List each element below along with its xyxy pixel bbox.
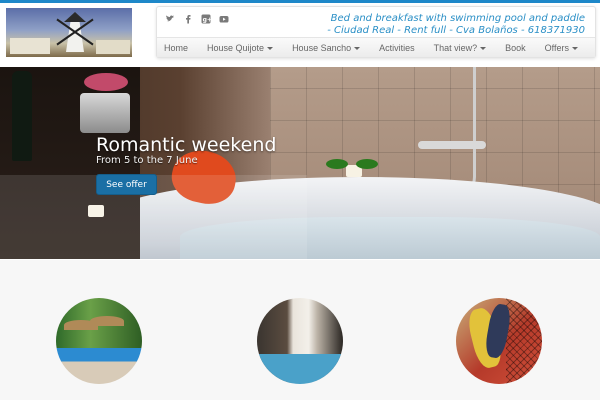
site-logo[interactable] — [6, 8, 132, 57]
main-navigation: Home House Quijote House Sancho Activiti… — [157, 37, 595, 57]
nav-house-quijote-label: House Quijote — [207, 43, 265, 53]
pool-water-shape — [257, 354, 343, 384]
twitter-icon[interactable] — [165, 14, 175, 24]
logo-house-left — [10, 38, 50, 54]
nav-home[interactable]: Home — [164, 43, 188, 53]
indoor-pool-photo[interactable] — [257, 298, 343, 384]
caret-down-icon — [572, 47, 579, 51]
nav-that-view-label: That view? — [433, 43, 478, 53]
logo-windmill-roof — [64, 12, 86, 22]
logo-house-right — [96, 40, 130, 54]
see-offer-button[interactable]: See offer — [96, 174, 157, 195]
nav-activities-label: Activities — [379, 43, 415, 53]
paddle-photo[interactable] — [456, 298, 542, 384]
top-accent-stripe — [0, 0, 600, 3]
caret-down-icon — [267, 47, 274, 51]
nav-offers-label: Offers — [544, 43, 570, 53]
nav-book-label: Book — [505, 43, 526, 53]
nav-house-sancho[interactable]: House Sancho — [292, 43, 361, 53]
hero-flowers — [84, 73, 128, 91]
hero-ice-bucket — [80, 93, 130, 133]
hero-leaf — [326, 159, 348, 169]
net-shape — [506, 298, 542, 384]
hero-champagne-bottle — [12, 71, 32, 161]
nav-home-label: Home — [164, 43, 189, 53]
caret-down-icon — [354, 47, 361, 51]
umbrella-shape — [90, 316, 124, 326]
nav-house-quijote[interactable]: House Quijote — [207, 43, 274, 53]
hero-title: Romantic weekend — [96, 134, 277, 156]
hero-slider[interactable] — [0, 67, 600, 259]
pool-photo[interactable] — [56, 298, 142, 384]
site-tagline: Bed and breakfast with swimming pool and… — [327, 13, 585, 36]
svg-text:g+: g+ — [203, 16, 211, 23]
google-plus-icon[interactable]: g+ — [201, 14, 212, 24]
nav-that-view[interactable]: That view? — [434, 43, 487, 53]
social-links: g+ — [165, 14, 229, 24]
hero-subtitle: From 5 to the 7 June — [96, 155, 198, 166]
features-section — [0, 260, 600, 400]
nav-book[interactable]: Book — [505, 43, 526, 53]
nav-offers[interactable]: Offers — [544, 43, 579, 53]
caret-down-icon — [480, 47, 487, 51]
hero-leaf — [356, 159, 378, 169]
header: g+ Bed and breakfast with swimming pool … — [156, 6, 596, 58]
hero-faucet — [418, 141, 486, 149]
hero-shower-hose — [446, 67, 476, 197]
nav-activities[interactable]: Activities — [379, 43, 415, 53]
nav-house-sancho-label: House Sancho — [292, 43, 352, 53]
youtube-icon[interactable] — [219, 14, 229, 24]
facebook-icon[interactable] — [183, 14, 193, 24]
